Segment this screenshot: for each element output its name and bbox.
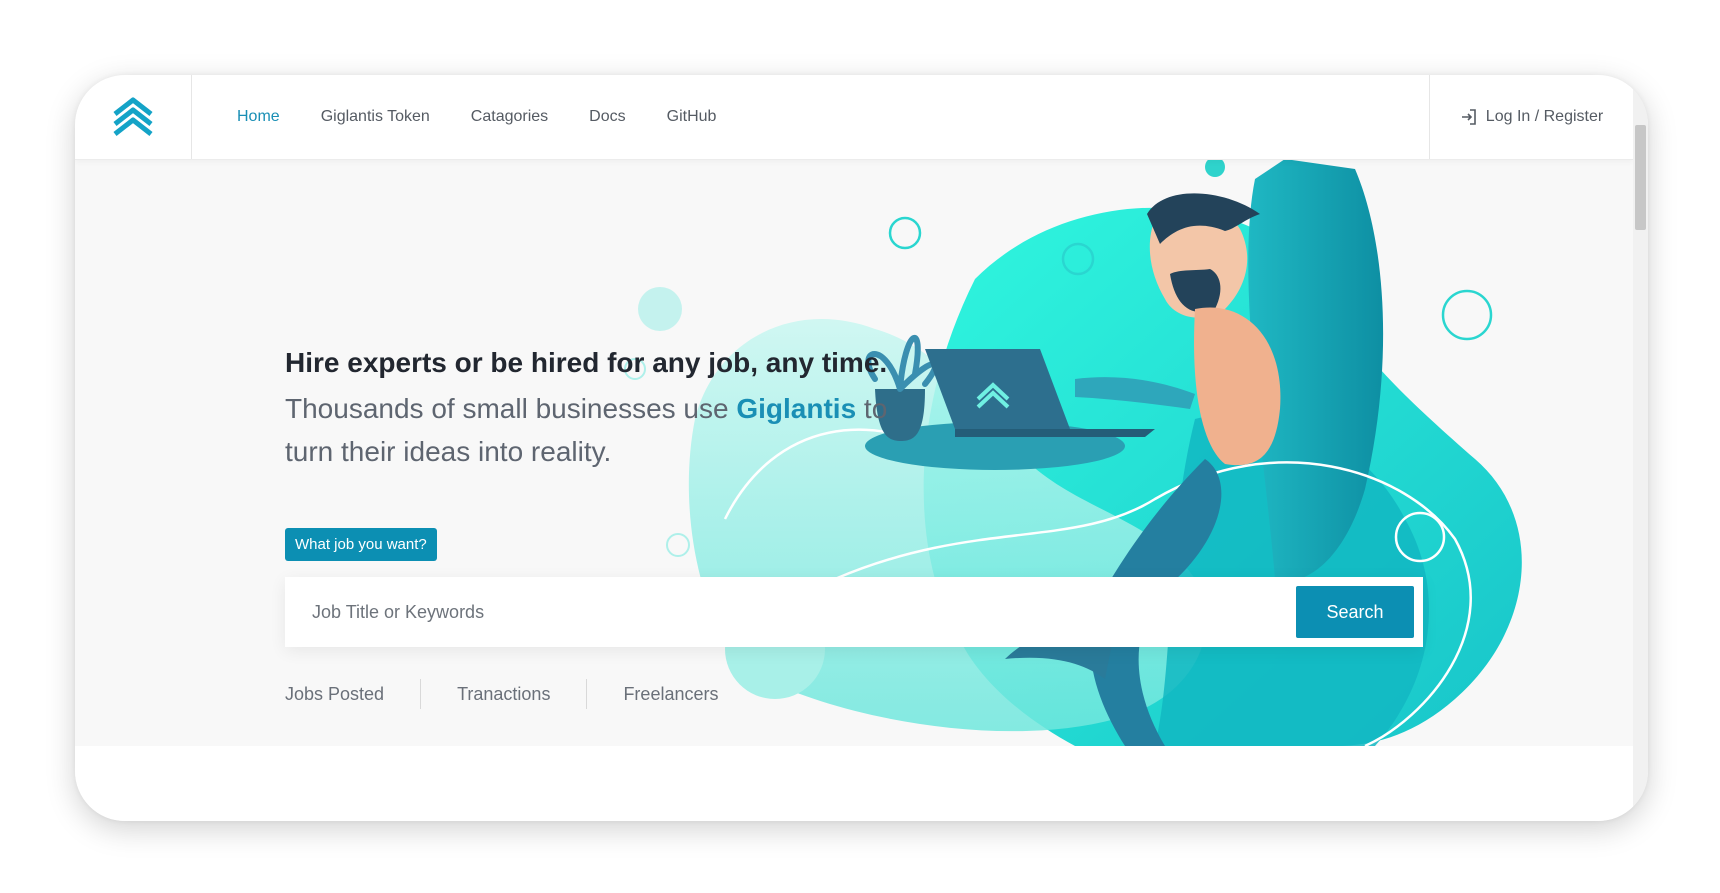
login-label: Log In / Register xyxy=(1485,108,1604,125)
hero-section: Hire experts or be hired for any job, an… xyxy=(75,159,1633,746)
logo[interactable] xyxy=(75,75,192,159)
subheadline-text: Thousands of small businesses use xyxy=(285,393,737,424)
hero-subheadline: Thousands of small businesses use Giglan… xyxy=(285,387,905,473)
nav-docs[interactable]: Docs xyxy=(589,108,625,126)
decor-circle xyxy=(888,216,922,250)
hero-headline: Hire experts or be hired for any job, an… xyxy=(285,347,888,378)
nav-github[interactable]: GitHub xyxy=(667,108,717,126)
top-navbar: Home Giglantis Token Catagories Docs Git… xyxy=(75,75,1633,160)
stats-row: Jobs Posted Tranactions Freelancers xyxy=(285,679,754,709)
nav-catagories[interactable]: Catagories xyxy=(471,108,548,126)
decor-circle xyxy=(666,533,690,557)
brand-name: Giglantis xyxy=(736,393,857,424)
below-hero-section xyxy=(75,746,1633,821)
decor-dot xyxy=(638,287,682,331)
nav-home[interactable]: Home xyxy=(237,108,280,126)
browser-frame: Home Giglantis Token Catagories Docs Git… xyxy=(75,75,1648,821)
stat-freelancers: Freelancers xyxy=(586,679,754,709)
login-register-link[interactable]: Log In / Register xyxy=(1429,75,1633,159)
nav-giglantis-token[interactable]: Giglantis Token xyxy=(321,108,430,126)
giglantis-logo-icon xyxy=(113,97,153,136)
laptop-base xyxy=(955,429,1155,437)
stat-transactions: Tranactions xyxy=(420,679,586,709)
job-prompt-badge: What job you want? xyxy=(285,528,437,561)
job-search-bar: Search xyxy=(285,577,1423,647)
scrollbar-thumb[interactable] xyxy=(1635,125,1646,230)
decor-dot xyxy=(1205,159,1225,177)
stat-jobs-posted: Jobs Posted xyxy=(285,684,385,704)
login-icon xyxy=(1461,109,1476,125)
job-search-input[interactable] xyxy=(285,577,1339,647)
page-scrollbar[interactable] xyxy=(1633,75,1648,821)
search-button[interactable]: Search xyxy=(1296,586,1414,638)
decor-circle xyxy=(1441,289,1493,341)
main-nav: Home Giglantis Token Catagories Docs Git… xyxy=(237,75,757,159)
